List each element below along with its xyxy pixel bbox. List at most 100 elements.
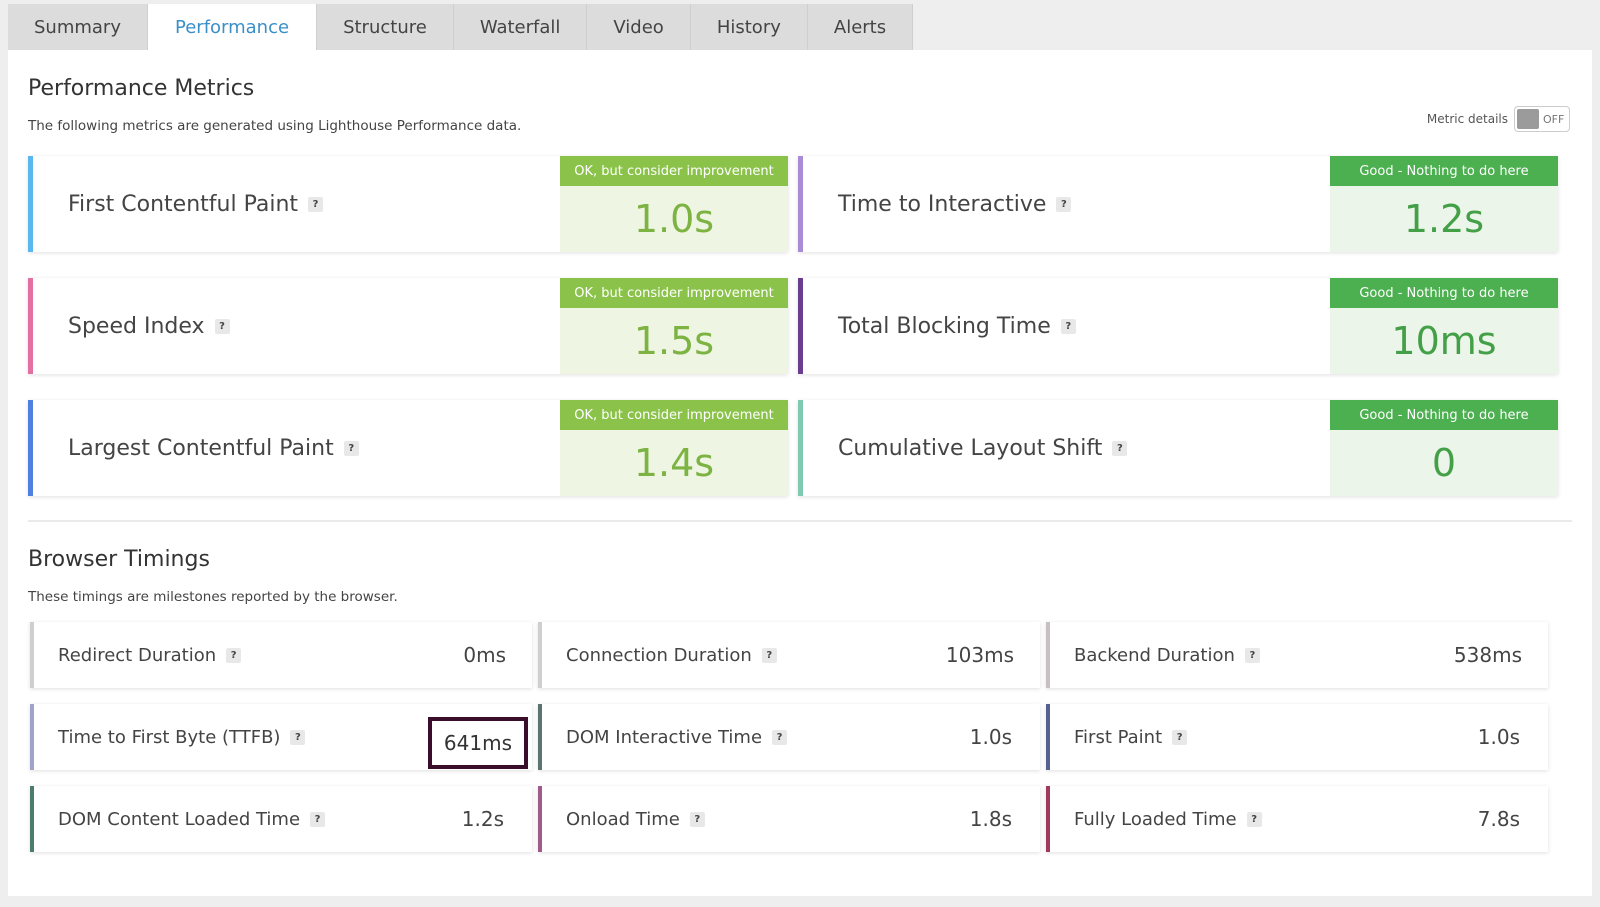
performance-metrics-title: Performance Metrics bbox=[28, 76, 255, 101]
metric-value: 0 bbox=[1330, 430, 1558, 496]
timing-card-onload: Onload Time? 1.8s bbox=[538, 786, 1040, 852]
help-icon[interactable]: ? bbox=[761, 647, 777, 663]
metric-name: Total Blocking Time? bbox=[838, 278, 1076, 374]
metric-value: 1.2s bbox=[1330, 186, 1558, 252]
timing-card-backend: Backend Duration? 538ms bbox=[1046, 622, 1548, 688]
timing-label: Fully Loaded Time bbox=[1074, 808, 1237, 830]
grade-label: OK, but consider improvement bbox=[560, 278, 788, 308]
help-icon[interactable]: ? bbox=[343, 440, 359, 456]
metric-grade: OK, but consider improvement 1.5s bbox=[560, 278, 788, 374]
timing-card-connection: Connection Duration? 103ms bbox=[538, 622, 1040, 688]
browser-timings-title: Browser Timings bbox=[28, 547, 210, 572]
tab-structure[interactable]: Structure bbox=[317, 4, 454, 50]
timing-label: DOM Interactive Time bbox=[566, 726, 763, 748]
timing-label: Time to First Byte (TTFB) bbox=[58, 726, 281, 748]
metric-value: 1.5s bbox=[560, 308, 788, 374]
performance-panel: Performance Metrics The following metric… bbox=[8, 50, 1592, 896]
tab-performance[interactable]: Performance bbox=[148, 4, 318, 50]
tab-summary[interactable]: Summary bbox=[8, 4, 148, 50]
metric-card-tbt: Total Blocking Time? Good - Nothing to d… bbox=[798, 278, 1558, 374]
timing-value: 1.0s bbox=[969, 725, 1012, 749]
metric-card-cls: Cumulative Layout Shift? Good - Nothing … bbox=[798, 400, 1558, 496]
performance-metrics-description: The following metrics are generated usin… bbox=[28, 118, 522, 134]
grade-label: Good - Nothing to do here bbox=[1330, 278, 1558, 308]
timing-card-redirect: Redirect Duration? 0ms bbox=[30, 622, 532, 688]
timing-name: First Paint? bbox=[1074, 704, 1188, 770]
metric-label: First Contentful Paint bbox=[68, 191, 299, 217]
metric-grade: Good - Nothing to do here 10ms bbox=[1330, 278, 1558, 374]
grade-label: OK, but consider improvement bbox=[560, 156, 788, 186]
metric-label: Cumulative Layout Shift bbox=[838, 435, 1103, 461]
metric-name: Largest Contentful Paint? bbox=[68, 400, 359, 496]
metric-grade: Good - Nothing to do here 1.2s bbox=[1330, 156, 1558, 252]
tab-alerts[interactable]: Alerts bbox=[807, 4, 914, 50]
timing-value: 1.8s bbox=[969, 807, 1012, 831]
metric-name: Time to Interactive? bbox=[838, 156, 1072, 252]
timing-value: 1.2s bbox=[461, 807, 504, 831]
help-icon[interactable]: ? bbox=[1172, 729, 1188, 745]
help-icon[interactable]: ? bbox=[689, 811, 705, 827]
toggle-state: OFF bbox=[1543, 112, 1565, 126]
toggle-knob bbox=[1517, 109, 1539, 129]
timing-value: 0ms bbox=[463, 643, 506, 667]
tab-bar: Summary Performance Structure Waterfall … bbox=[8, 4, 914, 50]
timing-card-dom-content-loaded: DOM Content Loaded Time? 1.2s bbox=[30, 786, 532, 852]
grade-label: Good - Nothing to do here bbox=[1330, 400, 1558, 430]
timing-label: Backend Duration bbox=[1074, 644, 1235, 666]
help-icon[interactable]: ? bbox=[1060, 318, 1076, 334]
section-divider bbox=[28, 520, 1572, 522]
grade-label: OK, but consider improvement bbox=[560, 400, 788, 430]
help-icon[interactable]: ? bbox=[772, 729, 788, 745]
metric-card-speed-index: Speed Index? OK, but consider improvemen… bbox=[28, 278, 788, 374]
metric-card-tti: Time to Interactive? Good - Nothing to d… bbox=[798, 156, 1558, 252]
timing-name: DOM Interactive Time? bbox=[566, 704, 788, 770]
help-icon[interactable]: ? bbox=[1112, 440, 1128, 456]
timing-label: Onload Time bbox=[566, 808, 680, 830]
help-icon[interactable]: ? bbox=[1056, 196, 1072, 212]
metric-label: Speed Index bbox=[68, 313, 205, 339]
help-icon[interactable]: ? bbox=[290, 729, 306, 745]
metric-name: Speed Index? bbox=[68, 278, 230, 374]
timing-label: Connection Duration bbox=[566, 644, 752, 666]
metric-label: Total Blocking Time bbox=[838, 313, 1051, 339]
metric-label: Largest Contentful Paint bbox=[68, 435, 334, 461]
timing-value: 7.8s bbox=[1477, 807, 1520, 831]
timing-label: First Paint bbox=[1074, 726, 1163, 748]
tab-video[interactable]: Video bbox=[587, 4, 691, 50]
metric-grade: OK, but consider improvement 1.0s bbox=[560, 156, 788, 252]
timing-card-dom-interactive: DOM Interactive Time? 1.0s bbox=[538, 704, 1040, 770]
timing-name: Fully Loaded Time? bbox=[1074, 786, 1262, 852]
grade-label: Good - Nothing to do here bbox=[1330, 156, 1558, 186]
metric-card-fcp: First Contentful Paint? OK, but consider… bbox=[28, 156, 788, 252]
metric-card-lcp: Largest Contentful Paint? OK, but consid… bbox=[28, 400, 788, 496]
tab-history[interactable]: History bbox=[690, 4, 808, 50]
timing-card-fully-loaded: Fully Loaded Time? 7.8s bbox=[1046, 786, 1548, 852]
metric-details-control: Metric details OFF bbox=[1427, 106, 1570, 132]
help-icon[interactable]: ? bbox=[1244, 647, 1260, 663]
tab-waterfall[interactable]: Waterfall bbox=[453, 4, 588, 50]
metric-value: 1.4s bbox=[560, 430, 788, 496]
timing-name: Time to First Byte (TTFB)? bbox=[58, 704, 306, 770]
help-icon[interactable]: ? bbox=[214, 318, 230, 334]
help-icon[interactable]: ? bbox=[226, 647, 242, 663]
timing-value: 1.0s bbox=[1477, 725, 1520, 749]
metric-value: 10ms bbox=[1330, 308, 1558, 374]
help-icon[interactable]: ? bbox=[1246, 811, 1262, 827]
timing-name: DOM Content Loaded Time? bbox=[58, 786, 326, 852]
timing-label: DOM Content Loaded Time bbox=[58, 808, 301, 830]
help-icon[interactable]: ? bbox=[310, 811, 326, 827]
browser-timings-description: These timings are milestones reported by… bbox=[28, 589, 398, 605]
timing-value-highlighted: 641ms bbox=[427, 717, 528, 769]
timing-name: Onload Time? bbox=[566, 786, 705, 852]
metric-details-toggle[interactable]: OFF bbox=[1514, 106, 1570, 132]
metric-value: 1.0s bbox=[560, 186, 788, 252]
help-icon[interactable]: ? bbox=[308, 196, 324, 212]
timing-value: 538ms bbox=[1453, 643, 1522, 667]
timing-card-ttfb: Time to First Byte (TTFB)? 641ms bbox=[30, 704, 532, 770]
timing-name: Backend Duration? bbox=[1074, 622, 1260, 688]
timing-name: Connection Duration? bbox=[566, 622, 777, 688]
metric-grade: OK, but consider improvement 1.4s bbox=[560, 400, 788, 496]
timing-value: 103ms bbox=[945, 643, 1014, 667]
timing-name: Redirect Duration? bbox=[58, 622, 242, 688]
metric-name: Cumulative Layout Shift? bbox=[838, 400, 1128, 496]
